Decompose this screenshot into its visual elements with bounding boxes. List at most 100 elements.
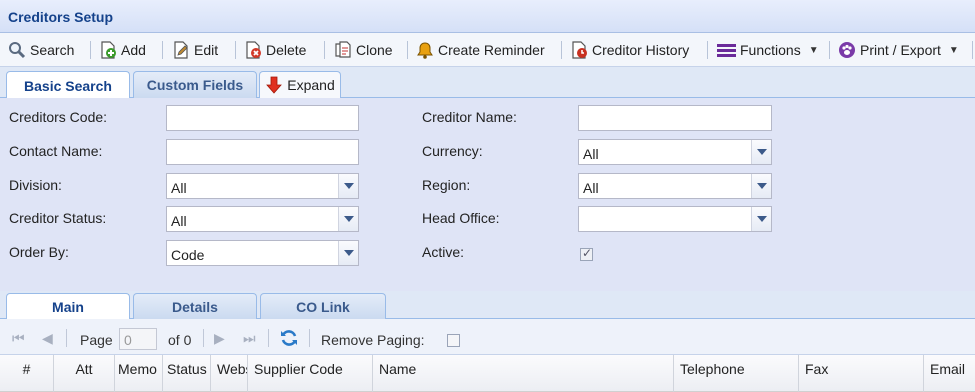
active-checkbox[interactable] <box>580 246 593 261</box>
region-value: All <box>583 180 599 196</box>
page-title: Creditors Setup <box>8 9 114 25</box>
column-header-supplier-code[interactable]: Supplier Code <box>248 355 373 392</box>
chevron-down-icon: ▼ <box>948 44 959 56</box>
magnifier-icon <box>9 42 26 59</box>
edit-label: Edit <box>194 42 219 58</box>
pager-separator <box>268 329 269 347</box>
head-office-select[interactable] <box>578 206 772 232</box>
page-count-label: of 0 <box>168 332 192 348</box>
delete-document-icon <box>246 41 261 59</box>
column-header-fax[interactable]: Fax <box>799 355 924 392</box>
currency-value: All <box>583 146 599 162</box>
remove-paging-checkbox[interactable] <box>447 334 460 347</box>
creditor-name-label: Creditor Name: <box>422 109 517 125</box>
column-header-telephone[interactable]: Telephone <box>674 355 799 392</box>
tab-basic-search[interactable]: Basic Search <box>6 71 130 99</box>
toolbar-separator <box>972 41 973 59</box>
contact-name-input[interactable] <box>166 139 359 165</box>
column-header-webs[interactable]: Webs <box>211 355 248 392</box>
toolbar-separator <box>235 41 236 59</box>
search-form: Creditors Code: Contact Name: Division: … <box>0 98 975 291</box>
column-header-status[interactable]: Status <box>163 355 211 392</box>
tab-main[interactable]: Main <box>6 293 130 319</box>
toolbar: Search Add Edit Delete Clone Create Remi… <box>0 33 975 67</box>
column-header-att[interactable]: Att <box>54 355 115 392</box>
functions-menu-button[interactable]: Functions ▼ <box>716 37 819 63</box>
pager-separator <box>66 329 67 347</box>
tab-custom-fields[interactable]: Custom Fields <box>133 71 257 98</box>
chevron-down-icon[interactable] <box>751 140 771 164</box>
pager-separator <box>309 329 310 347</box>
edit-document-icon <box>174 41 188 59</box>
toolbar-separator <box>407 41 408 59</box>
print-export-menu-button[interactable]: Print / Export ▼ <box>838 37 959 63</box>
chevron-down-icon[interactable] <box>751 174 771 198</box>
tab-co-link[interactable]: CO Link <box>260 293 386 319</box>
tab-details[interactable]: Details <box>133 293 257 319</box>
creditor-history-button[interactable]: Creditor History <box>570 37 689 63</box>
menu-lines-icon <box>717 44 736 57</box>
region-label: Region: <box>422 177 471 193</box>
prev-page-icon[interactable]: ◀ <box>42 330 53 347</box>
search-button[interactable]: Search <box>8 37 74 63</box>
head-office-label: Head Office: <box>422 210 500 226</box>
add-button[interactable]: Add <box>99 37 146 63</box>
toolbar-separator <box>561 41 562 59</box>
order-by-value: Code <box>171 247 205 263</box>
creditor-status-select[interactable]: All <box>166 206 359 232</box>
search-tabs: Basic Search Custom Fields Expand <box>0 67 975 99</box>
functions-label: Functions <box>740 42 801 58</box>
window-titlebar: Creditors Setup <box>0 0 975 33</box>
expand-button[interactable]: Expand <box>259 71 341 98</box>
toolbar-separator <box>162 41 163 59</box>
create-reminder-button[interactable]: Create Reminder <box>416 37 545 63</box>
column-header-number[interactable]: # <box>0 355 54 392</box>
toolbar-separator <box>707 41 708 59</box>
currency-label: Currency: <box>422 143 483 159</box>
toolbar-separator <box>90 41 91 59</box>
next-page-icon[interactable]: ▶ <box>214 330 225 347</box>
print-export-icon <box>839 42 855 58</box>
chevron-down-icon: ▼ <box>808 44 819 56</box>
creditor-status-label: Creditor Status: <box>9 210 107 226</box>
delete-label: Delete <box>266 42 307 58</box>
page-number-input[interactable]: 0 <box>119 328 157 350</box>
chevron-down-icon[interactable] <box>338 241 358 265</box>
clone-button[interactable]: Clone <box>334 37 393 63</box>
creditors-code-input[interactable] <box>166 105 359 131</box>
grid-header: # Att Memo Status Webs Supplier Code Nam… <box>0 355 975 392</box>
pager-separator <box>203 329 204 347</box>
creditors-code-label: Creditors Code: <box>9 109 108 125</box>
creditor-name-input[interactable] <box>578 105 772 131</box>
column-header-memo[interactable]: Memo <box>115 355 163 392</box>
add-label: Add <box>121 42 146 58</box>
order-by-label: Order By: <box>9 244 69 260</box>
clone-label: Clone <box>356 42 393 58</box>
currency-select[interactable]: All <box>578 139 772 165</box>
creditor-status-value: All <box>171 213 187 229</box>
chevron-down-icon[interactable] <box>338 207 358 231</box>
bell-icon <box>417 42 433 59</box>
order-by-select[interactable]: Code <box>166 240 359 266</box>
creditor-history-label: Creditor History <box>592 42 690 58</box>
delete-button[interactable]: Delete <box>244 37 306 63</box>
column-header-name[interactable]: Name <box>373 355 674 392</box>
expand-label: Expand <box>287 77 335 93</box>
toolbar-separator <box>829 41 830 59</box>
column-header-email[interactable]: Email <box>924 355 975 392</box>
refresh-icon[interactable] <box>279 328 299 348</box>
first-page-icon[interactable]: ⏮ <box>12 330 25 347</box>
chevron-down-icon[interactable] <box>338 174 358 198</box>
edit-button[interactable]: Edit <box>172 37 218 63</box>
contact-name-label: Contact Name: <box>9 143 103 159</box>
last-page-icon[interactable]: ⏭ <box>243 330 256 347</box>
add-document-icon <box>101 41 116 59</box>
create-reminder-label: Create Reminder <box>438 42 545 58</box>
toolbar-separator <box>324 41 325 59</box>
search-label: Search <box>30 42 75 58</box>
history-document-icon <box>572 41 587 59</box>
division-select[interactable]: All <box>166 173 359 199</box>
clone-icon <box>335 41 351 58</box>
chevron-down-icon[interactable] <box>751 207 771 231</box>
region-select[interactable]: All <box>578 173 772 199</box>
